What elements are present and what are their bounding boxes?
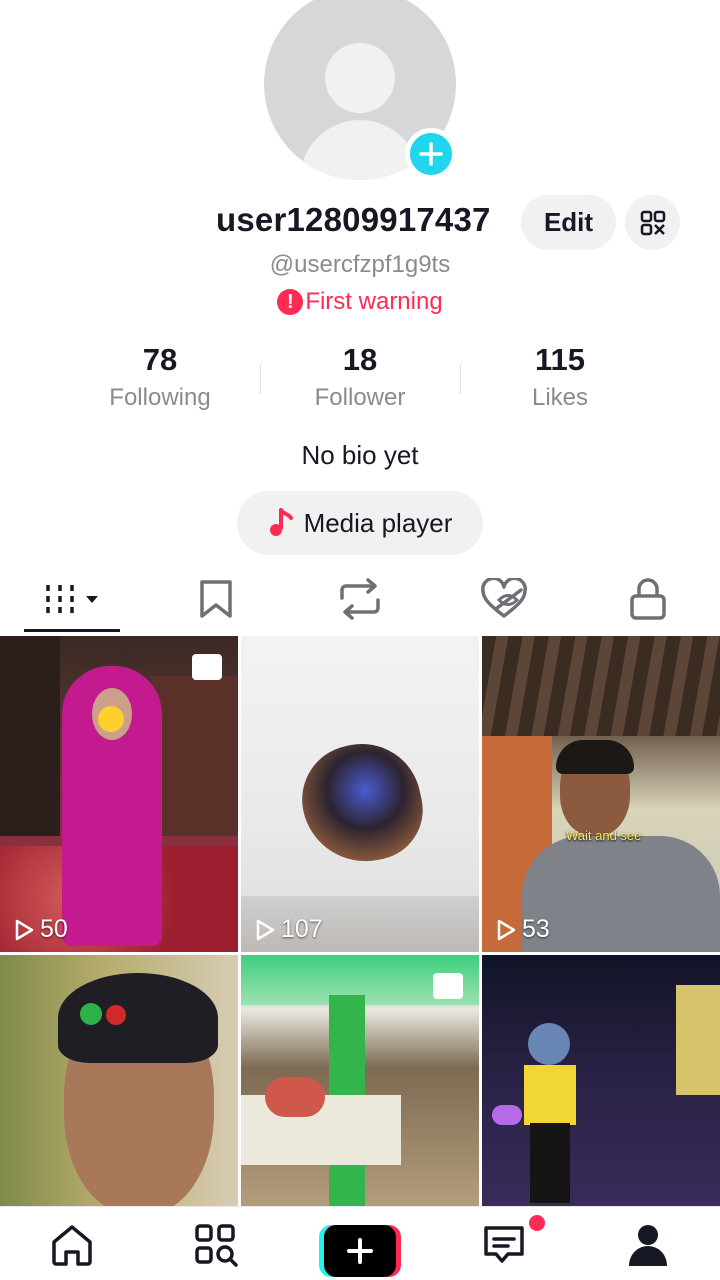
bio-text[interactable]: No bio yet — [0, 440, 720, 471]
stat-label: Likes — [531, 384, 589, 411]
video-grid: 50 107 Wait and see 53 — [0, 636, 720, 1206]
video-caption: Wait and see — [566, 828, 642, 843]
stat-label: Following — [109, 384, 211, 411]
view-count: 107 — [255, 915, 323, 944]
add-avatar-button[interactable] — [405, 128, 457, 180]
play-icon — [15, 919, 34, 940]
photo-post-icon — [433, 973, 463, 999]
tab-private[interactable] — [612, 566, 684, 632]
stat-value: 115 — [534, 342, 585, 377]
user-handle: @usercfzpf1g9ts — [269, 251, 451, 278]
tab-videos[interactable] — [24, 566, 120, 632]
active-tab-indicator — [24, 629, 120, 632]
view-count-value: 53 — [522, 915, 550, 943]
photo-post-icon — [192, 654, 222, 680]
video-thumbnail[interactable] — [0, 955, 238, 1206]
bookmark-icon — [200, 580, 232, 618]
stat-value: 78 — [142, 342, 178, 377]
music-note-icon — [269, 508, 293, 536]
username: user12809917437 — [216, 201, 491, 238]
video-thumbnail[interactable] — [482, 955, 720, 1206]
stat-followers[interactable]: 18 Follower — [260, 342, 460, 422]
profile-icon — [629, 1225, 667, 1266]
bottom-navigation — [0, 1206, 720, 1280]
media-player-button[interactable]: Media player — [237, 491, 483, 555]
tab-liked[interactable] — [468, 566, 540, 632]
profile-avatar[interactable] — [264, 0, 457, 180]
stat-following[interactable]: 78 Following — [60, 342, 260, 422]
nav-explore[interactable] — [180, 1217, 252, 1273]
stat-likes[interactable]: 115 Likes — [460, 342, 660, 422]
play-icon — [497, 919, 516, 940]
video-thumbnail[interactable]: Wait and see 53 — [482, 636, 720, 952]
explore-icon — [195, 1224, 238, 1267]
view-count: 50 — [14, 915, 68, 944]
warning-notice[interactable]: ! First warning — [0, 288, 720, 316]
warning-text: First warning — [305, 288, 443, 315]
video-thumbnail[interactable] — [241, 955, 479, 1206]
plus-icon — [419, 142, 443, 166]
notification-badge — [529, 1215, 545, 1231]
edit-profile-button[interactable]: Edit — [521, 195, 616, 250]
video-thumbnail[interactable]: 107 — [241, 636, 479, 952]
view-count-value: 107 — [281, 915, 323, 943]
stat-label: Follower — [314, 384, 406, 411]
videos-grid-icon — [46, 585, 98, 613]
warning-icon: ! — [277, 289, 304, 315]
tab-reposts[interactable] — [324, 566, 396, 632]
play-icon — [256, 919, 275, 940]
tab-favorites[interactable] — [180, 566, 252, 632]
home-icon — [52, 1225, 92, 1266]
view-count: 53 — [496, 915, 550, 944]
content-tabs — [0, 566, 720, 636]
liked-hidden-icon — [481, 578, 527, 618]
repost-icon — [340, 578, 380, 620]
view-count-value: 50 — [40, 915, 68, 943]
qr-code-icon — [640, 210, 665, 235]
profile-stats: 78 Following 18 Follower 115 Likes — [60, 342, 660, 422]
nav-home[interactable] — [36, 1217, 108, 1273]
inbox-icon — [484, 1226, 524, 1263]
media-player-label: Media player — [303, 507, 453, 538]
stat-value: 18 — [342, 342, 378, 377]
qr-code-button[interactable] — [625, 195, 680, 250]
video-thumbnail[interactable]: 50 — [0, 636, 238, 952]
create-button[interactable] — [319, 1225, 401, 1277]
create-icon — [347, 1238, 373, 1264]
lock-icon — [630, 578, 666, 620]
nav-profile[interactable] — [612, 1217, 684, 1273]
